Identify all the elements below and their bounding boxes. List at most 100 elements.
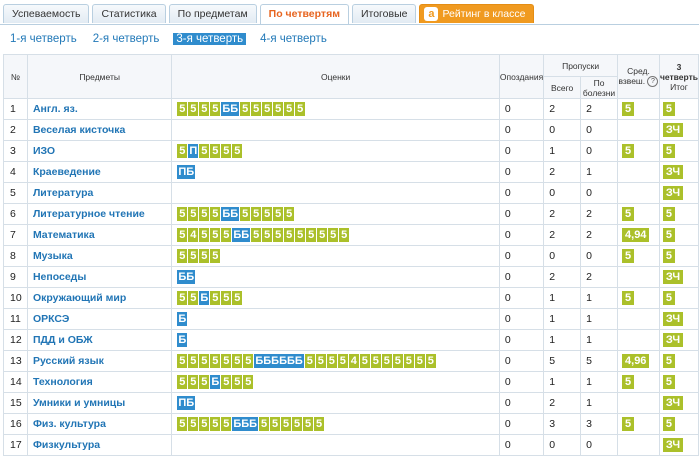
grade-mark[interactable]: 5 — [304, 354, 315, 368]
grade-mark[interactable]: 5 — [232, 144, 243, 158]
subject-link[interactable]: Литература — [26, 182, 173, 204]
grade-mark[interactable]: ББ — [232, 228, 251, 242]
grade-mark[interactable]: 5 — [177, 291, 188, 305]
tab-by-subject[interactable]: По предметам — [168, 4, 257, 23]
grade-mark[interactable]: 5 — [221, 228, 232, 242]
grade-mark[interactable]: 5 — [262, 102, 273, 116]
grade-mark[interactable]: 5 — [284, 102, 295, 116]
grade-mark[interactable]: 5 — [328, 228, 339, 242]
grade-mark[interactable]: 5 — [221, 375, 232, 389]
grade-mark[interactable]: 5 — [210, 102, 221, 116]
subject-link[interactable]: ИЗО — [26, 140, 173, 162]
subject-link[interactable]: Окружающий мир — [26, 287, 173, 309]
grade-mark[interactable]: Б — [210, 375, 221, 389]
subject-link[interactable]: Умники и умницы — [26, 392, 173, 414]
grade-mark[interactable]: 5 — [425, 354, 436, 368]
grade-mark[interactable]: 5 — [199, 354, 210, 368]
grade-mark[interactable]: 5 — [270, 417, 281, 431]
subject-link[interactable]: Веселая кисточка — [26, 119, 173, 141]
grade-mark[interactable]: 5 — [188, 375, 199, 389]
quarter-1-link[interactable]: 1-я четверть — [8, 33, 79, 45]
grade-mark[interactable]: 5 — [259, 417, 270, 431]
grade-mark[interactable]: ББ — [177, 270, 196, 284]
grade-mark[interactable]: 5 — [199, 228, 210, 242]
grade-mark[interactable]: 5 — [273, 207, 284, 221]
grade-mark[interactable]: 5 — [273, 228, 284, 242]
grade-mark[interactable]: 5 — [199, 249, 210, 263]
subject-link[interactable]: Краеведение — [26, 161, 173, 183]
subject-link[interactable]: Физ. культура — [26, 413, 173, 435]
grade-mark[interactable]: 5 — [199, 102, 210, 116]
grade-mark[interactable]: 5 — [240, 102, 251, 116]
subject-link[interactable]: Русский язык — [26, 350, 173, 372]
grade-mark[interactable]: 5 — [188, 417, 199, 431]
grade-mark[interactable]: 5 — [177, 249, 188, 263]
grade-mark[interactable]: 5 — [240, 207, 251, 221]
grade-mark[interactable]: 5 — [199, 375, 210, 389]
grade-mark[interactable]: 5 — [315, 354, 326, 368]
grade-mark[interactable]: 5 — [177, 144, 188, 158]
grade-mark[interactable]: 5 — [339, 228, 350, 242]
grade-mark[interactable]: 5 — [232, 354, 243, 368]
tab-class-rating[interactable]: a Рейтинг в классе — [419, 4, 535, 23]
grade-mark[interactable]: 5 — [337, 354, 348, 368]
tab-progress[interactable]: Успеваемость — [3, 4, 90, 23]
grade-mark[interactable]: 5 — [177, 354, 188, 368]
subject-link[interactable]: Музыка — [26, 245, 173, 267]
grade-mark[interactable]: 5 — [284, 207, 295, 221]
grade-mark[interactable]: 5 — [221, 291, 232, 305]
grade-mark[interactable]: 5 — [210, 417, 221, 431]
grade-mark[interactable]: 5 — [188, 354, 199, 368]
grade-mark[interactable]: 5 — [317, 228, 328, 242]
grade-mark[interactable]: 5 — [177, 102, 188, 116]
grade-mark[interactable]: 5 — [210, 228, 221, 242]
grade-mark[interactable]: 5 — [314, 417, 325, 431]
grade-mark[interactable]: 5 — [177, 207, 188, 221]
subject-link[interactable]: Физкультура — [26, 434, 173, 456]
grade-mark[interactable]: 5 — [262, 207, 273, 221]
grade-mark[interactable]: 5 — [177, 417, 188, 431]
subject-link[interactable]: Литературное чтение — [26, 203, 173, 225]
help-icon[interactable]: ? — [647, 76, 659, 88]
grade-mark[interactable]: 5 — [295, 228, 306, 242]
grade-mark[interactable]: Б — [177, 333, 188, 347]
grade-mark[interactable]: 5 — [359, 354, 370, 368]
grade-mark[interactable]: 5 — [188, 291, 199, 305]
grade-mark[interactable]: 5 — [292, 417, 303, 431]
quarter-2-link[interactable]: 2-я четверть — [91, 33, 162, 45]
subject-link[interactable]: Англ. яз. — [26, 98, 173, 120]
grade-mark[interactable]: 4 — [348, 354, 359, 368]
subject-link[interactable]: Технология — [26, 371, 173, 393]
grade-mark[interactable]: Б — [177, 312, 188, 326]
grade-mark[interactable]: Б — [199, 291, 210, 305]
grade-mark[interactable]: 5 — [303, 417, 314, 431]
grade-mark[interactable]: 5 — [199, 417, 210, 431]
grade-mark[interactable]: 5 — [177, 375, 188, 389]
tab-by-quarter[interactable]: По четвертям — [259, 4, 349, 24]
grade-mark[interactable]: 5 — [199, 144, 210, 158]
grade-mark[interactable]: 5 — [210, 144, 221, 158]
grade-mark[interactable]: 5 — [210, 207, 221, 221]
grade-mark[interactable]: 5 — [199, 207, 210, 221]
grade-mark[interactable]: 5 — [403, 354, 414, 368]
grade-mark[interactable]: ББББББ — [254, 354, 304, 368]
grade-mark[interactable]: 5 — [188, 207, 199, 221]
tab-final[interactable]: Итоговые — [351, 4, 417, 23]
grade-mark[interactable]: 5 — [326, 354, 337, 368]
quarter-4-link[interactable]: 4-я четверть — [258, 33, 329, 45]
subject-link[interactable]: Непоседы — [26, 266, 173, 288]
grade-mark[interactable]: 5 — [306, 228, 317, 242]
grade-mark[interactable]: 5 — [232, 291, 243, 305]
grade-mark[interactable]: 5 — [221, 354, 232, 368]
grade-mark[interactable]: 5 — [232, 375, 243, 389]
subject-link[interactable]: ОРКСЭ — [26, 308, 173, 330]
grade-mark[interactable]: ББ — [221, 207, 240, 221]
grade-mark[interactable]: 5 — [370, 354, 381, 368]
grade-mark[interactable]: 4 — [188, 228, 199, 242]
tab-statistics[interactable]: Статистика — [92, 4, 166, 23]
grade-mark[interactable]: 5 — [284, 228, 295, 242]
grade-mark[interactable]: П — [188, 144, 199, 158]
grade-mark[interactable]: ПБ — [177, 165, 196, 179]
grade-mark[interactable]: 5 — [281, 417, 292, 431]
grade-mark[interactable]: 5 — [414, 354, 425, 368]
